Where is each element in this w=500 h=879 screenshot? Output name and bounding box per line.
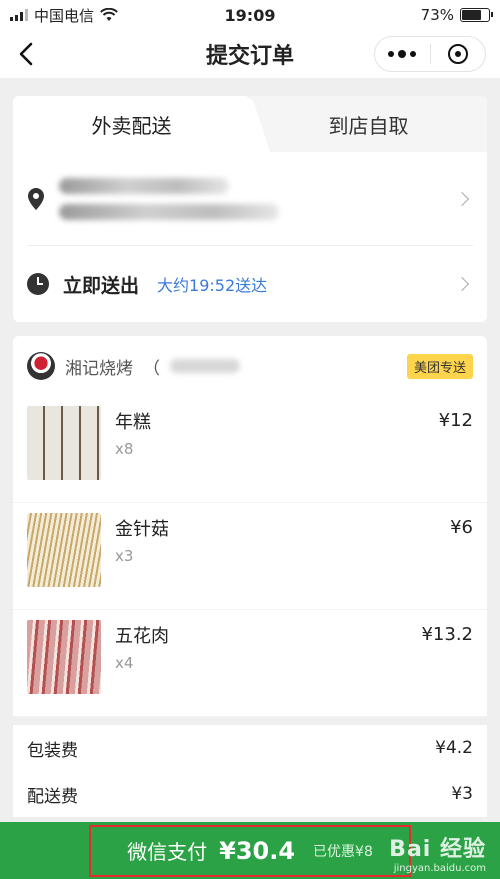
carrier: 中国电信 [34,6,95,25]
item-price: ¥13.2 [421,624,473,645]
target-icon [447,44,468,64]
shop-header: 湘记烧烤 （ 美团专送 [13,336,487,396]
item-name: 金针菇 [115,519,169,540]
delivery-badge: 美团专送 [406,353,473,379]
address-blurred [59,177,443,220]
close-mini-program-button[interactable] [431,37,486,71]
delivery-tabs: 外卖配送 到店自取 [13,96,487,152]
wifi-icon [100,8,118,21]
more-dot-icon [410,51,417,57]
delivery-time-estimate: 大约19:52送达 [157,276,268,295]
more-dot-icon [388,51,395,57]
chevron-left-icon [19,42,33,66]
item-info: 五花肉 x4 [115,620,407,716]
shop-name: 湘记烧烤 [65,358,133,379]
item-info: 年糕 x8 [115,406,425,502]
pay-discount: 已优惠¥8 [313,843,373,860]
address-blur-line [59,177,229,194]
more-dot-icon [398,50,407,58]
delivery-time-label: 立即送出 [63,274,140,297]
pay-amount: ¥30.4 [219,836,296,865]
fee-row-delivery: 配送费 ¥3 [27,771,473,817]
chevron-right-icon [454,191,470,206]
item-qty: x3 [115,547,134,565]
chevron-right-icon [454,276,470,292]
nav-bar: 提交订单 [0,30,500,78]
status-right: 73% [420,6,493,24]
contact-blur-line [59,203,279,220]
status-left: 中国电信 [10,5,118,26]
list-item: 年糕 x8 ¥12 [13,396,487,503]
item-name: 年糕 [115,412,151,433]
more-button[interactable] [375,37,430,71]
clock-icon [27,273,49,295]
item-name: 五花肉 [115,626,169,647]
shop-branch-blurred [170,359,240,373]
page-title: 提交订单 [205,44,294,69]
fee-row-packaging: 包装费 ¥4.2 [27,725,473,771]
item-price: ¥6 [450,517,473,538]
mini-program-capsule [374,36,486,72]
item-price: ¥12 [438,410,473,431]
item-qty: x8 [115,440,134,458]
signal-icon [10,9,28,21]
watermark-sub: jingyan.baidu.com [393,863,486,874]
status-time: 19:09 [224,5,276,25]
baidu-jingyan-watermark: Bai 经验 jingyan.baidu.com [389,831,486,874]
item-image [27,620,101,694]
fee-value: ¥3 [451,784,473,804]
tab-pickup[interactable]: 到店自取 [250,96,487,152]
fee-value: ¥4.2 [435,738,473,758]
pay-bar: 微信支付 ¥30.4 已优惠¥8 Bai 经验 jingyan.baidu.co… [0,822,500,879]
pay-label: 微信支付 [127,840,208,864]
fee-label: 包装费 [27,740,78,761]
main-content: 外卖配送 到店自取 立即送出 大约19:52送达 湘记烧烤 （ 美团专送 年糕 … [0,96,500,817]
tab-delivery[interactable]: 外卖配送 [13,96,250,152]
address-card: 立即送出 大约19:52送达 [13,152,487,322]
order-card: 湘记烧烤 （ 美团专送 年糕 x8 ¥12 金针菇 x3 ¥6 五花肉 x4 ¥… [13,336,487,817]
battery-icon [460,8,493,22]
fee-label: 配送费 [27,786,78,807]
item-image [27,513,101,587]
status-bar: 中国电信 19:09 73% [0,0,500,30]
battery-fill [462,10,481,20]
shop-name-suffix: （ [143,358,160,379]
battery-percent: 73% [420,6,454,24]
item-image [27,406,101,480]
item-info: 金针菇 x3 [115,513,436,609]
location-pin-icon [28,187,44,210]
back-button[interactable] [12,40,40,68]
list-item: 金针菇 x3 ¥6 [13,503,487,610]
fees-section: 包装费 ¥4.2 配送费 ¥3 [13,717,487,817]
item-qty: x4 [115,654,134,672]
wechat-pay-button[interactable]: 微信支付 ¥30.4 已优惠¥8 [89,824,411,877]
shop-logo [27,352,55,380]
delivery-time-row[interactable]: 立即送出 大约19:52送达 [27,246,473,322]
list-item: 五花肉 x4 ¥13.2 [13,610,487,717]
watermark-main: Bai 经验 [389,837,486,862]
address-row[interactable] [27,152,473,246]
